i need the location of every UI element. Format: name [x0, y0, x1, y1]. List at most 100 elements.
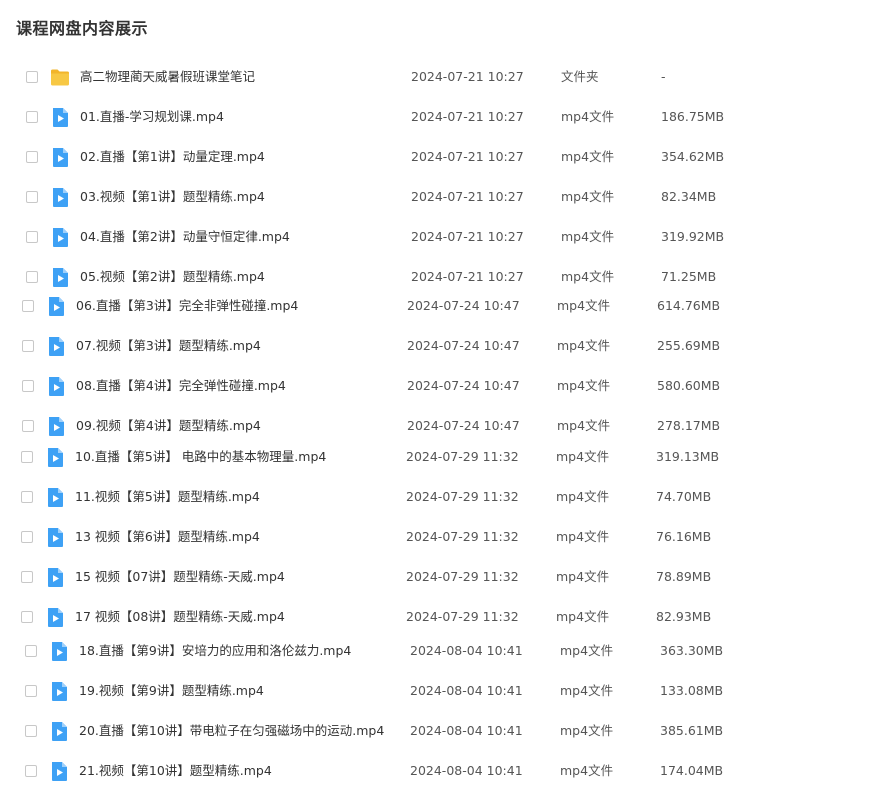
file-row[interactable]: 08.直播【第4讲】完全弹性碰撞.mp4 2024-07-24 10:47 mp4文…	[0, 373, 883, 401]
row-checkbox[interactable]	[25, 645, 37, 657]
file-row[interactable]: 06.直播【第3讲】完全非弹性碰撞.mp4 2024-07-24 10:47 mp4…	[0, 293, 883, 321]
file-size: 74.70MB	[656, 489, 712, 504]
file-row[interactable]: 09.视频【第4讲】题型精练.mp4 2024-07-24 10:47 mp4文件 2…	[0, 413, 883, 441]
file-row[interactable]: 21.视频【第10讲】题型精练.mp4 2024-08-04 10:41 mp4文件…	[0, 758, 883, 786]
video-file-icon	[46, 296, 66, 317]
row-checkbox[interactable]	[26, 111, 38, 123]
file-name[interactable]: 11.视频【第5讲】题型精练.mp4	[75, 489, 260, 505]
file-type: mp4文件	[557, 298, 611, 313]
file-row[interactable]: 07.视频【第3讲】题型精练.mp4 2024-07-24 10:47 mp4文件 2…	[0, 333, 883, 361]
file-date: 2024-07-24 10:47	[407, 338, 520, 353]
file-row[interactable]: 17 视频【08讲】题型精练-天威.mp4 2024-07-29 11:32 mp4…	[0, 604, 883, 632]
file-row[interactable]: 18.直播【第9讲】安培力的应用和洛伦兹力.mp4 2024-08-04 10:4…	[0, 638, 883, 666]
file-type: mp4文件	[556, 609, 610, 624]
file-row[interactable]: 01.直播-学习规划课.mp4 2024-07-21 10:27 mp4文件 186.…	[0, 104, 883, 132]
file-row[interactable]: 13 视频【第6讲】题型精练.mp4 2024-07-29 11:32 mp4文件 7…	[0, 524, 883, 552]
file-row[interactable]: 05.视频【第2讲】题型精练.mp4 2024-07-21 10:27 mp4文件 7…	[0, 264, 883, 292]
file-row[interactable]: 02.直播【第1讲】动量定理.mp4 2024-07-21 10:27 mp4文件 3…	[0, 144, 883, 172]
file-type: mp4文件	[560, 763, 614, 778]
row-checkbox[interactable]	[22, 300, 34, 312]
file-name[interactable]: 13 视频【第6讲】题型精练.mp4	[75, 529, 260, 545]
row-checkbox[interactable]	[21, 491, 33, 503]
video-file-icon	[45, 527, 65, 548]
row-checkbox[interactable]	[22, 340, 34, 352]
file-row[interactable]: 11.视频【第5讲】题型精练.mp4 2024-07-29 11:32 mp4文件 7…	[0, 484, 883, 512]
file-date: 2024-07-29 11:32	[406, 529, 519, 544]
file-name[interactable]: 19.视频【第9讲】题型精练.mp4	[79, 683, 264, 699]
file-type: mp4文件	[561, 189, 615, 204]
file-name[interactable]: 21.视频【第10讲】题型精练.mp4	[79, 763, 272, 779]
video-file-icon	[49, 721, 69, 742]
row-checkbox[interactable]	[25, 725, 37, 737]
row-checkbox[interactable]	[26, 271, 38, 283]
file-name[interactable]: 18.直播【第9讲】安培力的应用和洛伦兹力.mp4	[79, 643, 351, 659]
video-file-icon	[50, 227, 70, 248]
file-row[interactable]: 高二物理蔺天威暑假班课堂笔记 2024-07-21 10:27 文件夹 -	[0, 64, 883, 92]
file-name[interactable]: 05.视频【第2讲】题型精练.mp4	[80, 269, 265, 285]
row-checkbox[interactable]	[22, 420, 34, 432]
file-type: mp4文件	[556, 449, 610, 464]
file-row[interactable]: 20.直播【第10讲】带电粒子在匀强磁场中的运动.mp4 2024-08-04 1…	[0, 718, 883, 746]
file-row[interactable]: 19.视频【第9讲】题型精练.mp4 2024-08-04 10:41 mp4文件 1…	[0, 678, 883, 706]
file-type: mp4文件	[560, 643, 614, 658]
file-date: 2024-07-21 10:27	[411, 189, 524, 204]
file-type: mp4文件	[556, 529, 610, 544]
row-checkbox[interactable]	[22, 380, 34, 392]
file-date: 2024-07-21 10:27	[411, 109, 524, 124]
file-date: 2024-08-04 10:41	[410, 763, 523, 778]
file-row[interactable]: 10.直播【第5讲】 电路中的基本物理量.mp4 2024-07-29 11:32…	[0, 444, 883, 472]
file-name[interactable]: 03.视频【第1讲】题型精练.mp4	[80, 189, 265, 205]
file-type: mp4文件	[561, 149, 615, 164]
file-type: mp4文件	[556, 569, 610, 584]
file-name[interactable]: 10.直播【第5讲】 电路中的基本物理量.mp4	[75, 449, 326, 465]
file-row[interactable]: 15 视频【07讲】题型精练-天威.mp4 2024-07-29 11:32 mp4…	[0, 564, 883, 592]
file-date: 2024-07-24 10:47	[407, 378, 520, 393]
file-size: 319.13MB	[656, 449, 720, 464]
row-checkbox[interactable]	[26, 151, 38, 163]
row-checkbox[interactable]	[21, 531, 33, 543]
video-file-icon	[45, 567, 65, 588]
file-name[interactable]: 02.直播【第1讲】动量定理.mp4	[80, 149, 265, 165]
video-file-icon	[45, 607, 65, 628]
file-row[interactable]: 04.直播【第2讲】动量守恒定律.mp4 2024-07-21 10:27 mp4文…	[0, 224, 883, 252]
file-size: 71.25MB	[661, 269, 717, 284]
file-name[interactable]: 09.视频【第4讲】题型精练.mp4	[76, 418, 261, 434]
row-checkbox[interactable]	[21, 611, 33, 623]
file-size: 186.75MB	[661, 109, 725, 124]
file-row[interactable]: 03.视频【第1讲】题型精练.mp4 2024-07-21 10:27 mp4文件 8…	[0, 184, 883, 212]
file-date: 2024-07-21 10:27	[411, 269, 524, 284]
file-name[interactable]: 06.直播【第3讲】完全非弹性碰撞.mp4	[76, 298, 298, 314]
file-name[interactable]: 17 视频【08讲】题型精练-天威.mp4	[75, 609, 285, 625]
file-type: 文件夹	[561, 69, 599, 84]
file-date: 2024-07-24 10:47	[407, 418, 520, 433]
file-name[interactable]: 20.直播【第10讲】带电粒子在匀强磁场中的运动.mp4	[79, 723, 384, 739]
file-name[interactable]: 08.直播【第4讲】完全弹性碰撞.mp4	[76, 378, 286, 394]
file-size: 255.69MB	[657, 338, 721, 353]
file-name[interactable]: 01.直播-学习规划课.mp4	[80, 109, 224, 125]
video-file-icon	[46, 416, 66, 437]
file-name[interactable]: 07.视频【第3讲】题型精练.mp4	[76, 338, 261, 354]
row-checkbox[interactable]	[21, 451, 33, 463]
row-checkbox[interactable]	[25, 765, 37, 777]
file-size: 82.34MB	[661, 189, 717, 204]
file-type: mp4文件	[561, 109, 615, 124]
row-checkbox[interactable]	[21, 571, 33, 583]
file-type: mp4文件	[560, 683, 614, 698]
row-checkbox[interactable]	[26, 191, 38, 203]
file-date: 2024-07-29 11:32	[406, 569, 519, 584]
video-file-icon	[45, 487, 65, 508]
video-file-icon	[50, 147, 70, 168]
file-name[interactable]: 15 视频【07讲】题型精练-天威.mp4	[75, 569, 285, 585]
file-list: 高二物理蔺天威暑假班课堂笔记 2024-07-21 10:27 文件夹 - 01.直播-…	[0, 0, 883, 795]
file-size: 354.62MB	[661, 149, 725, 164]
row-checkbox[interactable]	[25, 685, 37, 697]
row-checkbox[interactable]	[26, 231, 38, 243]
file-name[interactable]: 04.直播【第2讲】动量守恒定律.mp4	[80, 229, 290, 245]
row-checkbox[interactable]	[26, 71, 38, 83]
video-file-icon	[49, 641, 69, 662]
file-size: -	[661, 69, 666, 84]
file-name[interactable]: 高二物理蔺天威暑假班课堂笔记	[80, 69, 255, 85]
file-date: 2024-08-04 10:41	[410, 683, 523, 698]
file-size: 363.30MB	[660, 643, 724, 658]
file-date: 2024-07-29 11:32	[406, 609, 519, 624]
